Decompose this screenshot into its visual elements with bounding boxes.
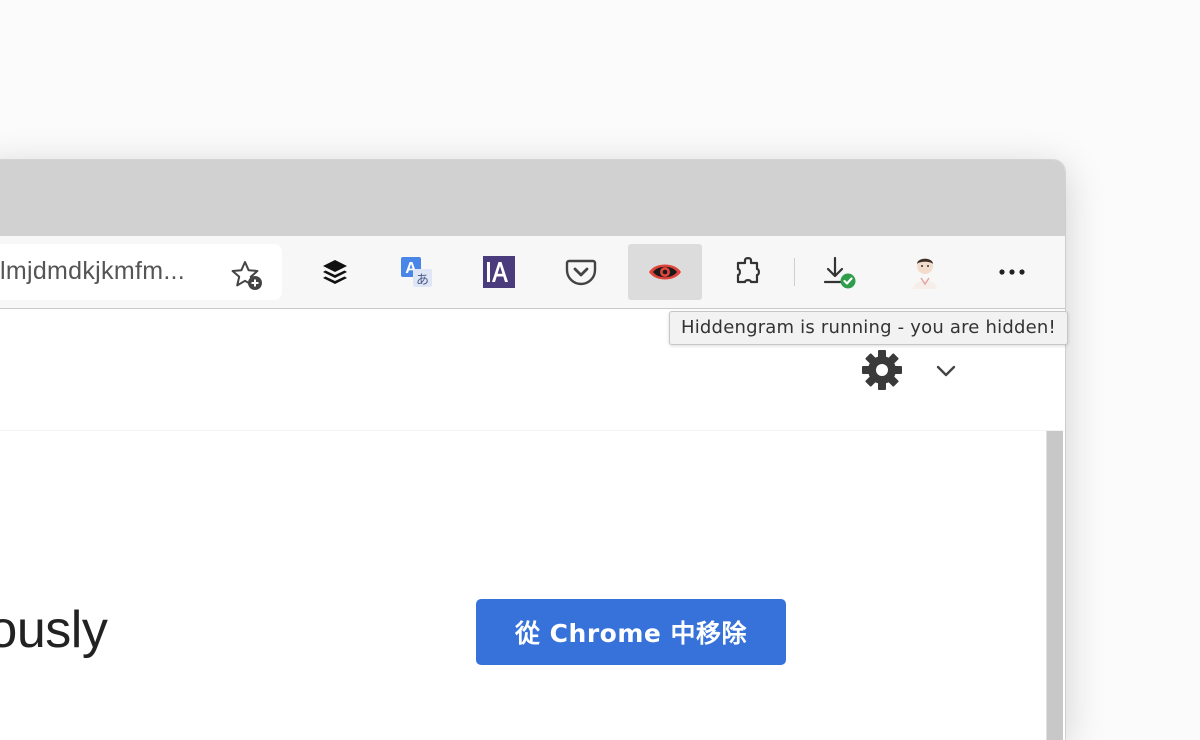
browser-window: lmjdmdkjkmfm... A あ ously 從 Chrome 中移除 <box>0 160 1065 740</box>
page-heading: nously <box>0 601 108 659</box>
address-url-text: lmjdmdkjkmfm... <box>0 257 186 285</box>
translate-extension-button[interactable]: A あ <box>380 244 454 300</box>
vertical-scrollbar[interactable] <box>1046 431 1063 740</box>
add-bookmark-star-icon[interactable] <box>230 258 264 292</box>
address-bar[interactable]: lmjdmdkjkmfm... <box>0 244 282 300</box>
pocket-extension-button[interactable] <box>544 244 618 300</box>
translate-icon: A あ <box>401 257 432 288</box>
more-menu-button[interactable] <box>975 244 1049 300</box>
extensions-puzzle-icon <box>736 257 760 284</box>
settings-gear-icon[interactable] <box>860 348 904 392</box>
pocket-icon <box>565 259 597 286</box>
hiddengram-extension-button[interactable] <box>628 244 702 300</box>
svg-text:あ: あ <box>416 273 429 288</box>
hiddengram-tooltip: Hiddengram is running - you are hidden! <box>669 311 1068 345</box>
buffer-stack-icon <box>323 260 347 284</box>
buffer-extension-button[interactable] <box>298 244 372 300</box>
profile-button[interactable] <box>888 244 962 300</box>
ia-writer-icon <box>483 256 515 288</box>
download-complete-icon <box>823 256 856 289</box>
profile-avatar-icon <box>913 258 937 289</box>
downloads-button[interactable] <box>802 244 876 300</box>
more-menu-icon <box>999 269 1025 275</box>
page-content <box>0 431 1065 740</box>
browser-toolbar: lmjdmdkjkmfm... A あ <box>0 236 1065 309</box>
ia-writer-extension-button[interactable] <box>462 244 536 300</box>
remove-from-chrome-button[interactable]: 從 Chrome 中移除 <box>476 599 786 665</box>
toolbar-divider <box>794 258 795 286</box>
title-bar <box>0 160 1065 236</box>
chevron-down-icon[interactable] <box>933 358 959 384</box>
extensions-button[interactable] <box>711 244 785 300</box>
hiddengram-eye-icon <box>649 264 681 280</box>
